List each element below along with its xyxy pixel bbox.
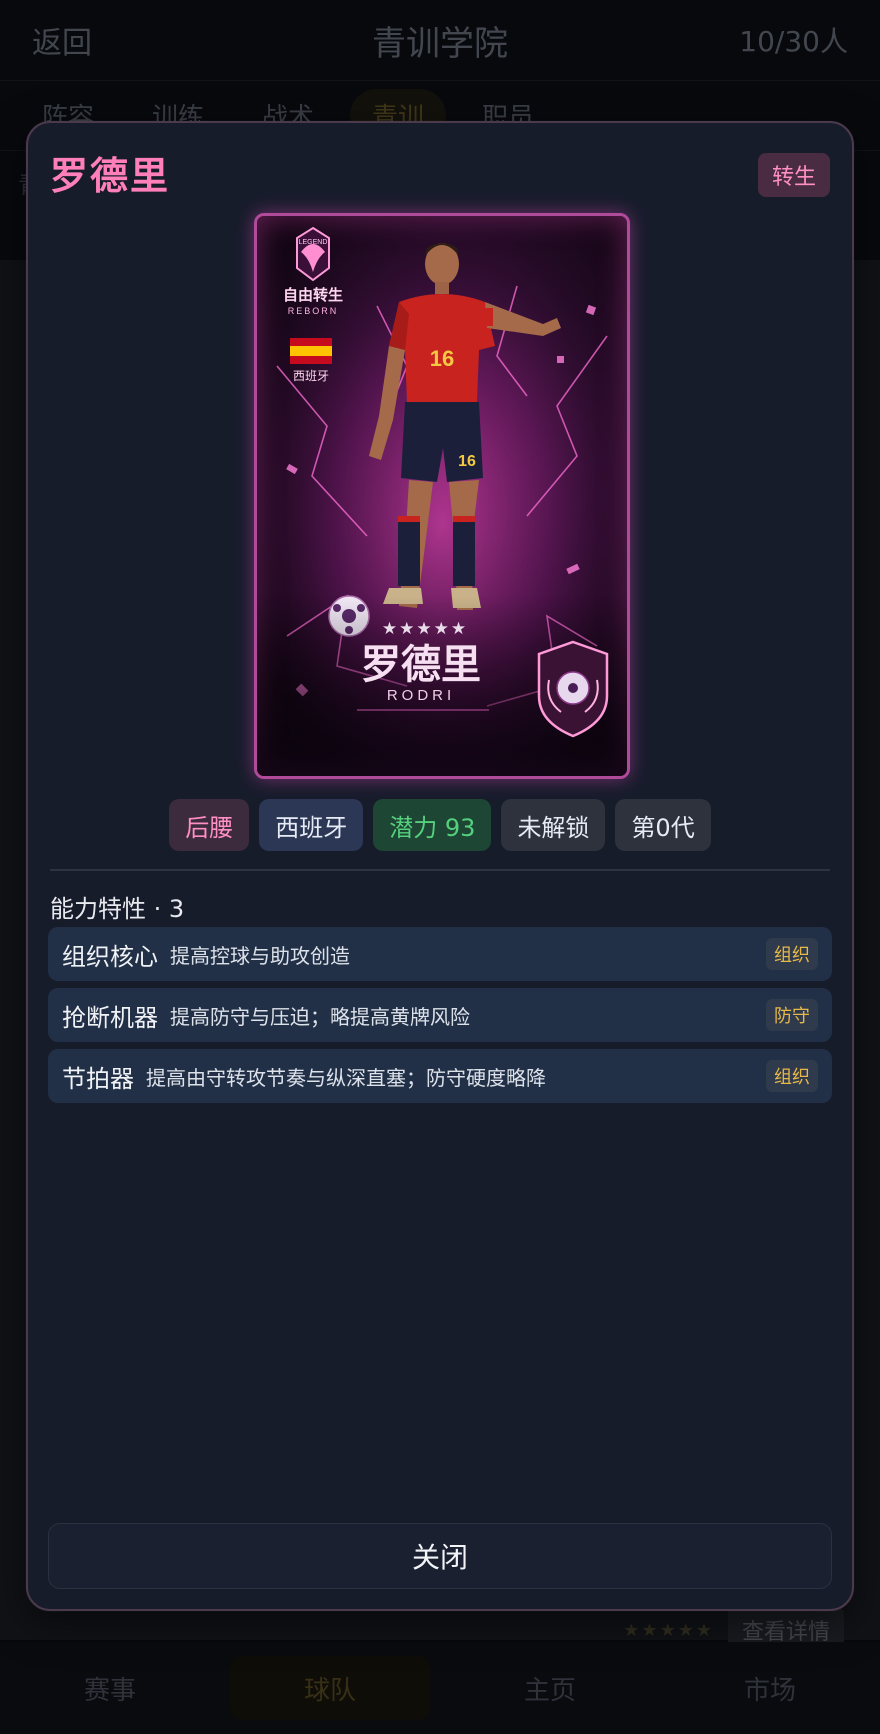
card-nation: 西班牙 — [293, 369, 329, 383]
traits-heading: 能力特性 · 3 — [50, 895, 185, 923]
app-root: 返回 青训学院 10/30人 阵容 训练 战术 青训 职员 青 ★★★★★ 查看… — [0, 0, 880, 1734]
card-illustration: LEGEND 自由转生 REBORN 西班牙 16 16 ★★★★★ 罗德里 R… — [257, 216, 627, 776]
phoenix-emblem-icon — [296, 226, 330, 282]
nationality-chip: 西班牙 — [259, 799, 364, 851]
card-edition-en: REBORN — [288, 306, 339, 316]
trait-row: 节拍器 提高由守转攻节奏与纵深直塞；防守硬度略降 组织 — [48, 1049, 832, 1103]
club-shield-icon — [537, 640, 609, 738]
card-player-name: 罗德里 — [361, 641, 481, 688]
section-divider — [50, 869, 830, 871]
shirt-number: 16 — [430, 346, 454, 371]
reborn-badge: 转生 — [757, 153, 830, 197]
card-edition: 自由转生 — [283, 286, 343, 304]
trait-name: 组织核心 — [62, 942, 158, 971]
trait-description: 提高防守与压迫；略提高黄牌风险 — [170, 1004, 470, 1029]
player-name: 罗德里 — [50, 154, 171, 198]
emblem-caption: LEGEND — [299, 239, 328, 246]
card-player-name-en: RODRI — [387, 687, 455, 704]
player-tags: 后腰 西班牙 潜力 93 未解锁 第0代 — [28, 799, 852, 851]
trait-row: 组织核心 提高控球与助攻创造 组织 — [48, 927, 832, 981]
close-button[interactable]: 关闭 — [48, 1523, 832, 1589]
player-detail-modal: 罗德里 转生 LEGEND 自由转生 REBORN 西班牙 16 16 ★★★★… — [26, 121, 854, 1611]
trait-name: 节拍器 — [62, 1064, 134, 1093]
shorts-number: 16 — [458, 453, 476, 470]
trait-description: 提高控球与助攻创造 — [170, 943, 350, 968]
trait-description: 提高由守转攻节奏与纵深直塞；防守硬度略降 — [146, 1065, 546, 1090]
position-chip: 后腰 — [169, 799, 250, 851]
trait-category-tag: 组织 — [766, 938, 818, 970]
player-card-art: LEGEND 自由转生 REBORN 西班牙 16 16 ★★★★★ 罗德里 R… — [254, 213, 630, 779]
lock-status-chip: 未解锁 — [501, 799, 606, 851]
trait-row: 抢断机器 提高防守与压迫；略提高黄牌风险 防守 — [48, 988, 832, 1042]
spain-flag-icon — [290, 338, 332, 364]
card-stars: ★★★★★ — [382, 619, 468, 639]
trait-category-tag: 防守 — [766, 999, 818, 1031]
generation-chip: 第0代 — [615, 799, 711, 851]
trait-category-tag: 组织 — [766, 1060, 818, 1092]
trait-name: 抢断机器 — [62, 1003, 158, 1032]
potential-chip: 潜力 93 — [373, 799, 492, 851]
